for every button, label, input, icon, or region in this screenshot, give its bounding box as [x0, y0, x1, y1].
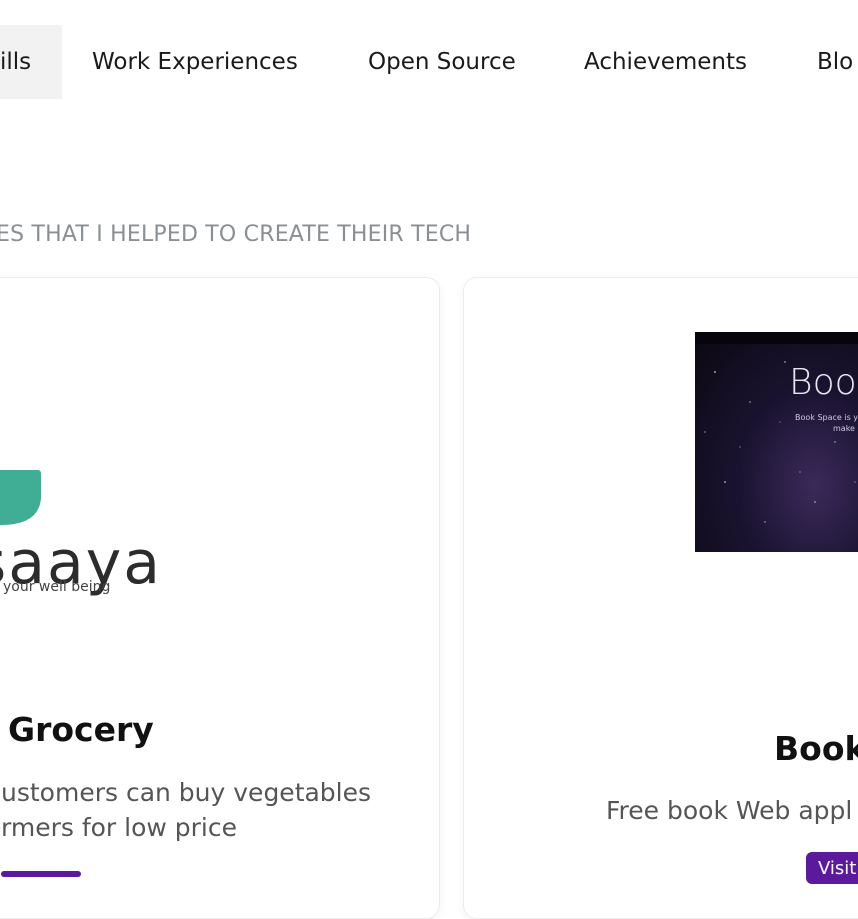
visit-button[interactable] [1, 871, 81, 877]
nav-item-label: Work Experiences [92, 49, 298, 75]
project-card-grocery: saaya your well being Grocery ustomers c… [0, 277, 440, 919]
saaya-logo: saaya your well being [0, 278, 439, 688]
image-caption-line: make o [833, 424, 858, 433]
nav-item-label: ills [0, 49, 32, 75]
logo-tagline: your well being [3, 579, 110, 595]
nav-item-open-source[interactable]: Open Source [368, 25, 516, 99]
nav-item-skills[interactable]: ills [0, 25, 62, 99]
card-description-line: rmers for low price [1, 813, 237, 842]
section-subtitle: ES THAT I HELPED TO CREATE THEIR TECH [0, 222, 472, 247]
visit-button[interactable]: Visit [806, 852, 858, 884]
nav-item-work-experiences[interactable]: Work Experiences [92, 25, 298, 99]
image-caption-line: Book Space is your [795, 413, 858, 422]
card-description-line: Free book Web appl [606, 796, 853, 825]
nav-item-blogs[interactable]: Blo [817, 25, 853, 99]
card-title: Grocery [8, 710, 154, 749]
card-description-line: ustomers can buy vegetables [1, 778, 372, 807]
top-navigation: ills Work Experiences Open Source Achiev… [0, 25, 858, 99]
book-space-screenshot: Boo Book Space is your make o [695, 332, 858, 552]
nav-item-label: Achievements [584, 49, 747, 75]
nav-item-label: Blo [817, 49, 854, 75]
leaf-icon: saaya your well being [0, 470, 160, 598]
nav-item-label: Open Source [368, 49, 516, 75]
nav-item-achievements[interactable]: Achievements [584, 25, 747, 99]
image-title: Boo [789, 362, 857, 403]
card-title: Book [774, 729, 858, 768]
project-card-book: Boo Book Space is your make o Book Free … [463, 277, 858, 919]
